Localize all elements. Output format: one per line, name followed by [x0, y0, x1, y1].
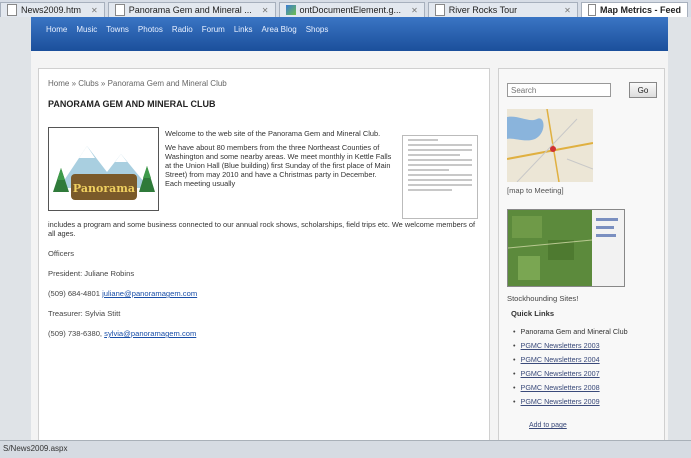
quicklink-newsletters-2009[interactable]: PGMC Newsletters 2009 — [521, 397, 600, 406]
nav-item-towns[interactable]: Towns — [106, 25, 129, 34]
close-icon[interactable]: ✕ — [91, 6, 98, 15]
satellite-caption[interactable]: Stockhounding Sites! — [507, 294, 578, 303]
officers-section: Officers President: Juliane Robins (509)… — [48, 247, 197, 347]
document-icon — [7, 4, 17, 16]
mountain-logo-icon: Panorama — [53, 146, 155, 200]
map-icon — [507, 109, 593, 182]
meeting-map[interactable] — [507, 109, 593, 182]
status-bar: S/News2009.aspx — [0, 440, 691, 458]
satellite-map[interactable] — [507, 209, 625, 287]
document-icon — [114, 4, 125, 16]
browser-tab-panorama[interactable]: Panorama Gem and Mineral ... ✕ — [107, 2, 276, 17]
list-item: PGMC Newsletters 2003 — [513, 339, 628, 353]
browser-tab-map-metrics[interactable]: Map Metrics - Feed — [580, 2, 688, 17]
newsletter-thumbnail[interactable] — [402, 135, 478, 219]
list-item: PGMC Newsletters 2007 — [513, 367, 628, 381]
quicklink-newsletters-2004[interactable]: PGMC Newsletters 2004 — [521, 355, 600, 364]
tab-label: News2009.htm — [21, 5, 82, 15]
svg-text:Panorama: Panorama — [73, 182, 135, 195]
president-email-link[interactable]: juliane@panoramagem.com — [102, 289, 197, 298]
quicklink-newsletters-2003[interactable]: PGMC Newsletters 2003 — [521, 341, 600, 350]
list-item: PGMC Newsletters 2009 — [513, 395, 628, 409]
tab-label: Panorama Gem and Mineral ... — [128, 5, 252, 15]
treasurer-contact: (509) 738-6380, sylvia@panoramagem.com — [48, 327, 197, 347]
page-title: PANORAMA GEM AND MINERAL CLUB — [48, 99, 216, 109]
nav-item-home[interactable]: Home — [46, 25, 67, 34]
officers-heading: Officers — [48, 249, 75, 258]
nav-item-forum[interactable]: Forum — [202, 25, 225, 34]
site-nav-bar: Home Music Towns Photos Radio Forum Link… — [31, 17, 668, 51]
quicklink-newsletters-2008[interactable]: PGMC Newsletters 2008 — [521, 383, 600, 392]
list-item: Panorama Gem and Mineral Club — [513, 325, 628, 339]
browser-tab-news2009[interactable]: News2009.htm ✕ — [0, 2, 105, 17]
close-icon[interactable]: ✕ — [411, 6, 418, 15]
close-icon[interactable]: ✕ — [262, 6, 269, 15]
favicon-icon — [285, 5, 296, 15]
intro-paragraph-2: We have about 80 members from the three … — [165, 143, 392, 188]
tab-label: River Rocks Tour — [448, 5, 518, 15]
intro-text: Welcome to the web site of the Panorama … — [165, 129, 393, 193]
document-icon — [587, 4, 596, 16]
search-input[interactable] — [507, 83, 611, 97]
browser-tab-strip: News2009.htm ✕ Panorama Gem and Mineral … — [0, 0, 691, 18]
club-logo: Panorama — [48, 127, 159, 211]
president-phone: (509) 684-4801 — [48, 289, 100, 298]
document-icon — [434, 4, 445, 16]
main-content: Home » Clubs » Panorama Gem and Mineral … — [38, 68, 490, 442]
treasurer-phone: (509) 738-6380, — [48, 329, 103, 338]
treasurer-name: Treasurer: Sylvia Stitt — [48, 309, 121, 318]
tab-label: ontDocumentElement.g... — [299, 5, 402, 15]
tab-label: Map Metrics - Feed — [599, 5, 681, 15]
search-go-button[interactable]: Go — [629, 82, 657, 98]
president-name: President: Juliane Robins — [48, 269, 135, 278]
list-item: PGMC Newsletters 2004 — [513, 353, 628, 367]
site-container: Home Music Towns Photos Radio Forum Link… — [31, 17, 668, 442]
nav-item-links[interactable]: Links — [234, 25, 253, 34]
quicklink-club[interactable]: Panorama Gem and Mineral Club — [521, 327, 628, 336]
sidebar: Go [map to Meeting] — [498, 68, 665, 442]
browser-tab-river-rocks[interactable]: River Rocks Tour ✕ — [427, 2, 578, 17]
satellite-map-icon — [508, 210, 624, 286]
president-contact: (509) 684-4801 juliane@panoramagem.com — [48, 287, 197, 307]
breadcrumb[interactable]: Home » Clubs » Panorama Gem and Mineral … — [48, 79, 227, 88]
page-viewport: Home Music Towns Photos Radio Forum Link… — [0, 17, 691, 442]
intro-paragraph-1: Welcome to the web site of the Panorama … — [165, 129, 381, 138]
nav-item-music[interactable]: Music — [76, 25, 97, 34]
quicklink-newsletters-2007[interactable]: PGMC Newsletters 2007 — [521, 369, 600, 378]
quicklinks-heading: Quick Links — [511, 309, 555, 318]
treasurer-email-link[interactable]: sylvia@panoramagem.com — [104, 329, 196, 338]
add-to-page-link[interactable]: Add to page — [529, 422, 567, 429]
map-caption[interactable]: [map to Meeting] — [507, 186, 564, 195]
nav-item-photos[interactable]: Photos — [138, 25, 163, 34]
nav-item-shops[interactable]: Shops — [306, 25, 329, 34]
intro-continuation: includes a program and some business con… — [48, 220, 476, 238]
quicklinks-list: Panorama Gem and Mineral Club PGMC Newsl… — [513, 325, 628, 409]
browser-tab-document-element[interactable]: ontDocumentElement.g... ✕ — [278, 2, 425, 17]
list-item: PGMC Newsletters 2008 — [513, 381, 628, 395]
nav-item-area-blog[interactable]: Area Blog — [262, 25, 297, 34]
close-icon[interactable]: ✕ — [564, 6, 571, 15]
nav-item-radio[interactable]: Radio — [172, 25, 193, 34]
